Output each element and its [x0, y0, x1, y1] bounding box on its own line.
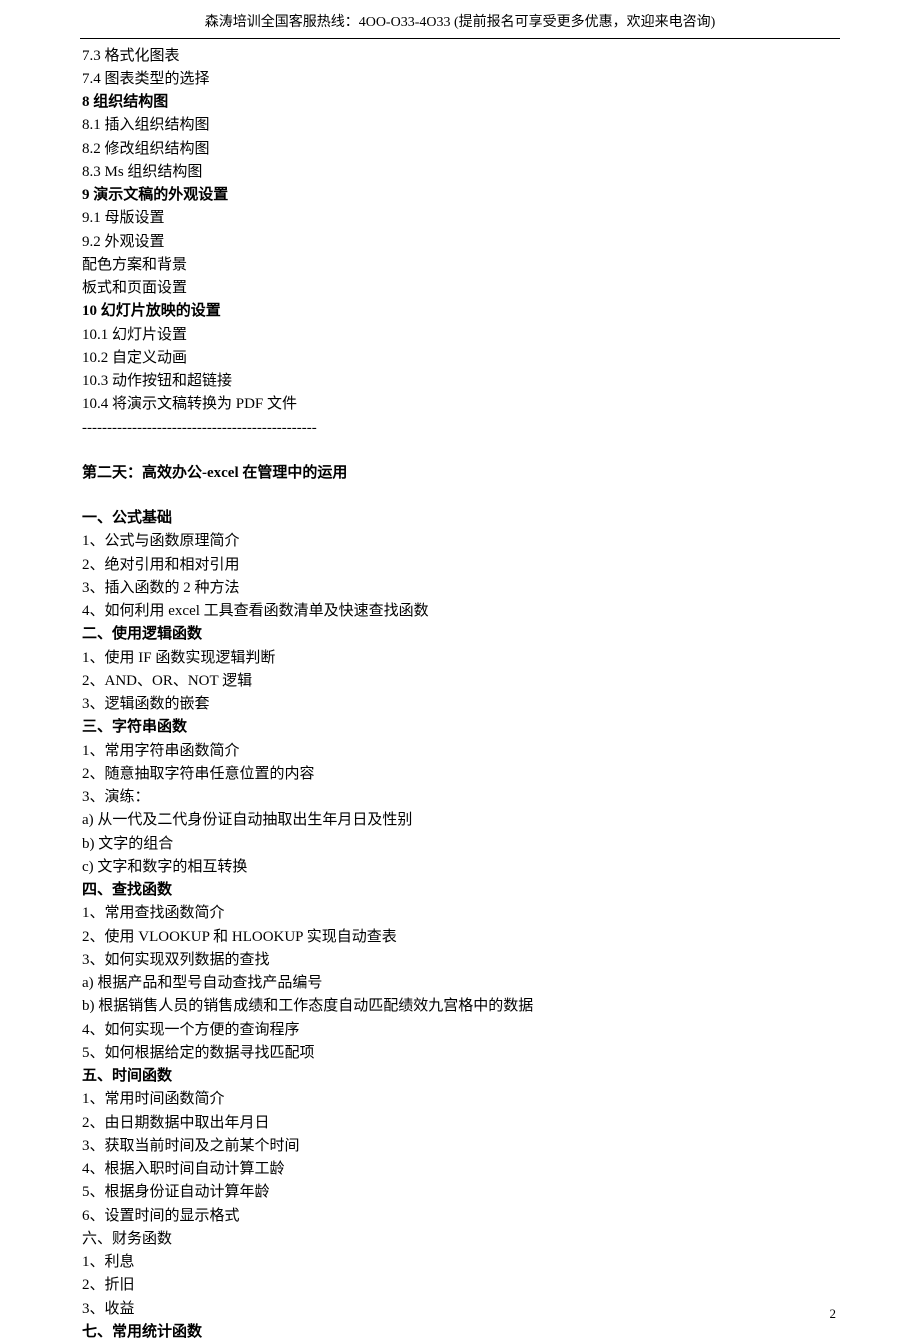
text-line: 3、演练： — [82, 786, 838, 809]
text-line: 4、根据入职时间自动计算工龄 — [82, 1158, 838, 1181]
text-line: 3、插入函数的 2 种方法 — [82, 577, 838, 600]
text-line: 4、如何实现一个方便的查询程序 — [82, 1019, 838, 1042]
heading-line: 10 幻灯片放映的设置 — [82, 300, 838, 323]
text-line: 10.1 幻灯片设置 — [82, 324, 838, 347]
text-line: 1、使用 IF 函数实现逻辑判断 — [82, 647, 838, 670]
text-line: 3、如何实现双列数据的查找 — [82, 949, 838, 972]
text-line: 1、常用查找函数简介 — [82, 902, 838, 925]
text-line: 8.1 插入组织结构图 — [82, 114, 838, 137]
heading-line: 三、字符串函数 — [82, 716, 838, 739]
heading-line: 五、时间函数 — [82, 1065, 838, 1088]
text-line: ----------------------------------------… — [82, 417, 838, 440]
text-line — [82, 485, 838, 507]
text-line: 1、公式与函数原理简介 — [82, 530, 838, 553]
text-line: 10.3 动作按钮和超链接 — [82, 370, 838, 393]
text-line: 3、收益 — [82, 1298, 838, 1321]
text-line: a) 根据产品和型号自动查找产品编号 — [82, 972, 838, 995]
heading-line: 9 演示文稿的外观设置 — [82, 184, 838, 207]
text-line: 8.2 修改组织结构图 — [82, 138, 838, 161]
text-line: 7.4 图表类型的选择 — [82, 68, 838, 91]
content-body: 7.3 格式化图表7.4 图表类型的选择8 组织结构图8.1 插入组织结构图8.… — [0, 45, 920, 1344]
text-line: 1、常用字符串函数简介 — [82, 740, 838, 763]
heading-line: 第二天：高效办公-excel 在管理中的运用 — [82, 462, 838, 485]
text-line: 2、AND、OR、NOT 逻辑 — [82, 670, 838, 693]
text-line: 7.3 格式化图表 — [82, 45, 838, 68]
page-header: 森涛培训全国客服热线：4OO-O33-4O33 (提前报名可享受更多优惠，欢迎来… — [0, 0, 920, 38]
text-line: 3、逻辑函数的嵌套 — [82, 693, 838, 716]
heading-line: 七、常用统计函数 — [82, 1321, 838, 1344]
text-line: 1、常用时间函数简介 — [82, 1088, 838, 1111]
text-line: 10.2 自定义动画 — [82, 347, 838, 370]
text-line: c) 文字和数字的相互转换 — [82, 856, 838, 879]
text-line: 1、利息 — [82, 1251, 838, 1274]
text-line: 5、根据身份证自动计算年龄 — [82, 1181, 838, 1204]
text-line — [82, 440, 838, 462]
text-line: 板式和页面设置 — [82, 277, 838, 300]
text-line: b) 根据销售人员的销售成绩和工作态度自动匹配绩效九宫格中的数据 — [82, 995, 838, 1018]
text-line: 2、随意抽取字符串任意位置的内容 — [82, 763, 838, 786]
text-line: 配色方案和背景 — [82, 254, 838, 277]
text-line: 9.1 母版设置 — [82, 207, 838, 230]
heading-line: 二、使用逻辑函数 — [82, 623, 838, 646]
text-line: 2、使用 VLOOKUP 和 HLOOKUP 实现自动查表 — [82, 926, 838, 949]
text-line: 10.4 将演示文稿转换为 PDF 文件 — [82, 393, 838, 416]
text-line: b) 文字的组合 — [82, 833, 838, 856]
text-line: 6、设置时间的显示格式 — [82, 1205, 838, 1228]
page: 森涛培训全国客服热线：4OO-O33-4O33 (提前报名可享受更多优惠，欢迎来… — [0, 0, 920, 1344]
text-line: 4、如何利用 excel 工具查看函数清单及快速查找函数 — [82, 600, 838, 623]
text-line: 8.3 Ms 组织结构图 — [82, 161, 838, 184]
text-line: 2、折旧 — [82, 1274, 838, 1297]
text-line: 9.2 外观设置 — [82, 231, 838, 254]
heading-line: 8 组织结构图 — [82, 91, 838, 114]
page-number: 2 — [830, 1304, 837, 1324]
text-line: 3、获取当前时间及之前某个时间 — [82, 1135, 838, 1158]
heading-line: 一、公式基础 — [82, 507, 838, 530]
text-line: 2、绝对引用和相对引用 — [82, 554, 838, 577]
header-divider — [80, 38, 840, 39]
text-line: a) 从一代及二代身份证自动抽取出生年月日及性别 — [82, 809, 838, 832]
text-line: 六、财务函数 — [82, 1228, 838, 1251]
text-line: 5、如何根据给定的数据寻找匹配项 — [82, 1042, 838, 1065]
text-line: 2、由日期数据中取出年月日 — [82, 1112, 838, 1135]
heading-line: 四、查找函数 — [82, 879, 838, 902]
